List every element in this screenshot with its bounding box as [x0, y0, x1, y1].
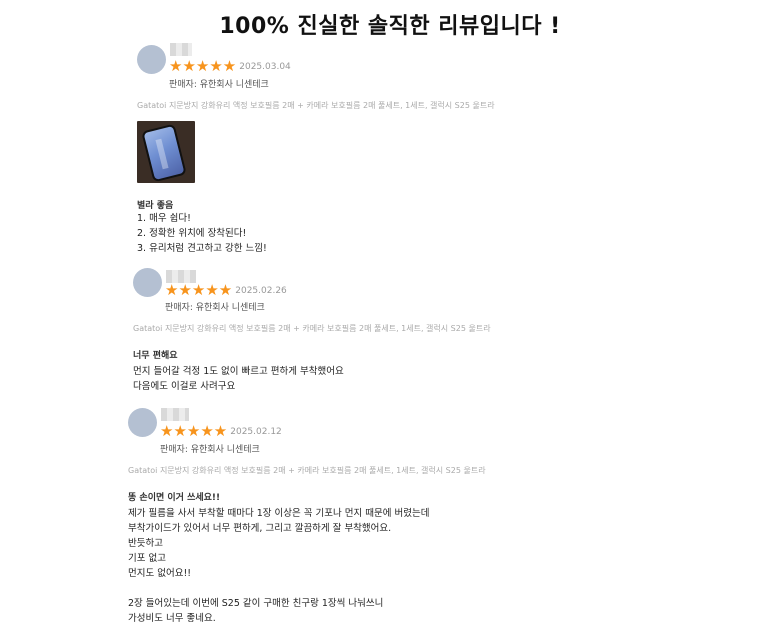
- review-date: 2025.02.12: [230, 427, 282, 437]
- review-line: 부착가이드가 있어서 너무 편하게, 그리고 깔끔하게 잘 부착했어요.: [128, 523, 392, 534]
- review-line: 제가 필름을 사서 부착할 때마다 1장 이상은 꼭 기포나 먼지 때문에 버렸…: [128, 508, 430, 519]
- star-rating: ★★★★★ 2025.03.04: [169, 59, 291, 74]
- avatar: [137, 45, 166, 74]
- review-line: 3. 유리처럼 견고하고 강한 느낌!: [137, 243, 267, 254]
- seller-label: 판매자: 유한회사 니센테크: [165, 303, 265, 313]
- star-rating: ★★★★★ 2025.02.12: [160, 424, 282, 439]
- page-title: 100% 진실한 솔직한 리뷰입니다 !: [219, 14, 561, 39]
- review-card: ★★★★★ 2025.02.26 판매자: 유한회사 니센테크 Gatatoi 지…: [133, 268, 653, 398]
- review-card: ★★★★★ 2025.03.04 판매자: 유한회사 니센테크 Gatatoi 지…: [137, 43, 657, 260]
- review-line: 반듯하고: [128, 538, 163, 549]
- review-photo[interactable]: [137, 121, 195, 183]
- avatar: [128, 408, 157, 437]
- review-line: 먼지도 없어요!!: [128, 568, 192, 579]
- review-line: [128, 581, 429, 596]
- star-icons: ★★★★★: [165, 281, 233, 299]
- star-rating: ★★★★★ 2025.02.26: [165, 283, 287, 298]
- review-line: 가성비도 너무 좋네요.: [128, 613, 216, 624]
- reviewer-name-blurred: [161, 408, 189, 421]
- review-body: 먼지 들어갈 걱정 1도 없이 빠르고 편하게 부착했어요 다음에도 이걸로 사…: [133, 364, 344, 394]
- review-line: 먼지 들어갈 걱정 1도 없이 빠르고 편하게 부착했어요: [133, 366, 344, 377]
- seller-label: 판매자: 유한회사 니센테크: [160, 445, 260, 455]
- review-headline: 별라 좋음: [137, 201, 174, 211]
- review-line: 2장 들어있는데 이번에 S25 같이 구매한 친구랑 1장씩 나눠쓰니: [128, 598, 384, 609]
- review-date: 2025.02.26: [235, 286, 287, 296]
- reviewer-name-blurred: [170, 43, 192, 56]
- review-body: 1. 매우 쉽다! 2. 정확한 위치에 장착된다! 3. 유리처럼 견고하고 …: [137, 211, 267, 256]
- review-line: 2. 정확한 위치에 장착된다!: [137, 228, 247, 239]
- star-icons: ★★★★★: [169, 57, 237, 75]
- review-card: ★★★★★ 2025.02.12 판매자: 유한회사 니센테크 Gatatoi 지…: [128, 408, 648, 626]
- seller-label: 판매자: 유한회사 니센테크: [169, 80, 269, 90]
- review-date: 2025.03.04: [239, 62, 291, 72]
- product-option: Gatatoi 지문방지 강화유리 액정 보호필름 2매 + 카메라 보호필름 …: [137, 101, 495, 110]
- review-line: 1. 매우 쉽다!: [137, 213, 191, 224]
- review-headline: 너무 편해요: [133, 351, 178, 361]
- review-body: 제가 필름을 사서 부착할 때마다 1장 이상은 꼭 기포나 먼지 때문에 버렸…: [128, 506, 429, 626]
- review-line: 기포 없고: [128, 553, 166, 564]
- review-headline: 똥 손이면 이거 쓰세요!!: [128, 493, 221, 503]
- star-icons: ★★★★★: [160, 422, 228, 440]
- product-option: Gatatoi 지문방지 강화유리 액정 보호필름 2매 + 카메라 보호필름 …: [133, 324, 491, 333]
- review-line: 다음에도 이걸로 사려구요: [133, 381, 236, 392]
- product-option: Gatatoi 지문방지 강화유리 액정 보호필름 2매 + 카메라 보호필름 …: [128, 466, 486, 475]
- avatar: [133, 268, 162, 297]
